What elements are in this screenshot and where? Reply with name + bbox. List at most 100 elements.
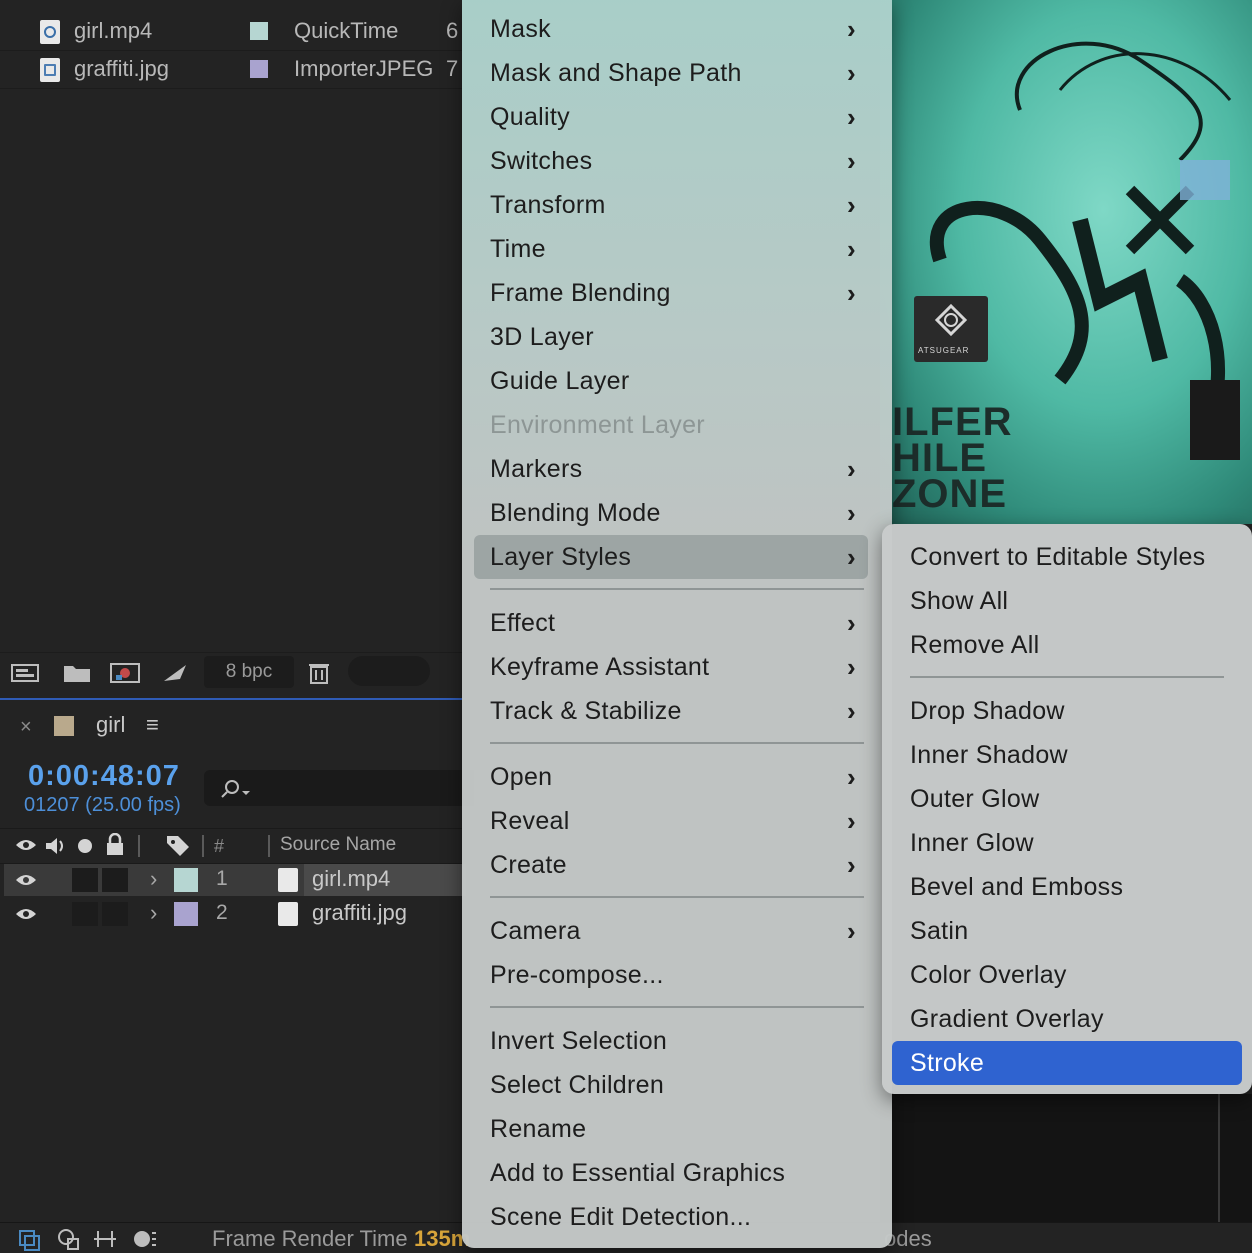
solo-icon[interactable] <box>76 837 94 855</box>
chevron-right-icon: › <box>847 58 856 88</box>
sticker-text: ATSUGEAR <box>918 346 970 355</box>
project-item[interactable]: girl.mp4 QuickTime 6 <box>0 12 462 51</box>
new-folder-icon[interactable] <box>60 661 94 685</box>
menu-item-time[interactable]: Time › <box>490 227 874 271</box>
solo-switch[interactable] <box>72 902 98 926</box>
project-search-field[interactable] <box>348 656 430 686</box>
submenu-item-outer-glow[interactable]: Outer Glow <box>910 777 1240 821</box>
menu-item-layer-styles[interactable]: Layer Styles › <box>474 535 868 579</box>
search-icon <box>221 780 250 798</box>
project-item-size: 7 <box>446 56 459 81</box>
solo-switch[interactable] <box>72 868 98 892</box>
layer-color-swatch[interactable] <box>174 868 198 892</box>
trash-icon[interactable] <box>302 661 336 685</box>
motion-blur-icon[interactable] <box>130 1227 158 1251</box>
menu-item-guide-layer[interactable]: Guide Layer <box>490 359 874 403</box>
submenu-item-color-overlay[interactable]: Color Overlay <box>910 953 1240 997</box>
menu-item-mask-and-shape-path[interactable]: Mask and Shape Path › <box>490 51 874 95</box>
render-time-label: Frame Render Time <box>212 1226 408 1251</box>
close-tab-icon[interactable]: × <box>20 716 32 739</box>
submenu-item-satin[interactable]: Satin <box>910 909 1240 953</box>
menu-item-frame-blending[interactable]: Frame Blending › <box>490 271 874 315</box>
menu-item-invert-selection[interactable]: Invert Selection <box>490 1019 874 1063</box>
chevron-right-icon: › <box>847 916 856 946</box>
eye-icon[interactable] <box>14 870 38 890</box>
menu-item-effect[interactable]: Effect › <box>490 601 874 645</box>
menu-item-open[interactable]: Open › <box>490 755 874 799</box>
dependencies-icon[interactable] <box>158 661 192 685</box>
submenu-item-show-all[interactable]: Show All <box>910 579 1240 623</box>
menu-item-track-and-stabilize[interactable]: Track & Stabilize › <box>490 689 874 733</box>
layer-row[interactable]: › 2 graffiti.jpg <box>4 898 462 930</box>
bit-depth-button[interactable]: 8 bpc <box>204 656 294 688</box>
menu-item-create[interactable]: Create › <box>490 843 874 887</box>
eye-icon[interactable] <box>14 835 38 855</box>
lock-switch[interactable] <box>102 868 128 892</box>
audio-icon[interactable] <box>44 835 68 857</box>
source-name-column[interactable]: Source Name <box>280 834 396 856</box>
chevron-right-icon: › <box>847 850 856 880</box>
menu-item-camera[interactable]: Camera › <box>490 909 874 953</box>
layer-row[interactable]: › 1 girl.mp4 <box>4 864 466 896</box>
submenu-item-inner-shadow[interactable]: Inner Shadow <box>910 733 1240 777</box>
menu-item-markers[interactable]: Markers › <box>490 447 874 491</box>
layer-color-swatch[interactable] <box>174 902 198 926</box>
submenu-item-remove-all[interactable]: Remove All <box>910 623 1240 667</box>
menu-item-transform[interactable]: Transform › <box>490 183 874 227</box>
submenu-item-convert-to-editable-styles[interactable]: Convert to Editable Styles <box>910 535 1240 579</box>
layer-name[interactable]: girl.mp4 <box>312 866 390 892</box>
transfer-controls-icon[interactable] <box>92 1227 118 1251</box>
current-timecode[interactable]: 0:00:48:07 <box>28 760 180 793</box>
menu-item-keyframe-assistant[interactable]: Keyframe Assistant › <box>490 645 874 689</box>
submenu-item-stroke[interactable]: Stroke <box>892 1041 1242 1085</box>
submenu-item-inner-glow[interactable]: Inner Glow <box>910 821 1240 865</box>
menu-item-3d-layer[interactable]: 3D Layer <box>490 315 874 359</box>
layer-number: 2 <box>216 901 228 924</box>
graffiti-lettering: ILFER HILE ZONE <box>892 402 1013 516</box>
chevron-right-icon: › <box>847 542 856 572</box>
menu-item-rename[interactable]: Rename <box>490 1107 874 1151</box>
chevron-right-icon: › <box>847 234 856 264</box>
submenu-item-gradient-overlay[interactable]: Gradient Overlay <box>910 997 1240 1041</box>
video-file-icon <box>278 868 298 892</box>
lock-icon[interactable] <box>104 833 126 857</box>
submenu-item-drop-shadow[interactable]: Drop Shadow <box>910 689 1240 733</box>
new-composition-icon[interactable] <box>108 661 142 685</box>
menu-item-add-to-essential-graphics[interactable]: Add to Essential Graphics <box>490 1151 874 1195</box>
menu-item-scene-edit-detection[interactable]: Scene Edit Detection... <box>490 1195 874 1239</box>
timeline-search-input[interactable] <box>204 770 474 806</box>
label-color-swatch[interactable] <box>250 60 268 78</box>
menu-item-blending-mode[interactable]: Blending Mode › <box>490 491 874 535</box>
comp-color-swatch <box>54 716 74 736</box>
comp-tab-name[interactable]: girl <box>96 712 125 738</box>
menu-item-select-children[interactable]: Select Children <box>490 1063 874 1107</box>
menu-item-pre-compose[interactable]: Pre-compose... <box>490 953 874 997</box>
menu-item-mask[interactable]: Mask › <box>490 7 874 51</box>
chevron-right-icon: › <box>847 806 856 836</box>
label-color-swatch[interactable] <box>250 22 268 40</box>
menu-separator <box>490 1006 864 1008</box>
menu-separator <box>490 896 864 898</box>
chevron-right-icon: › <box>847 454 856 484</box>
eye-icon[interactable] <box>14 904 38 924</box>
submenu-item-bevel-and-emboss[interactable]: Bevel and Emboss <box>910 865 1240 909</box>
interpret-footage-icon[interactable] <box>8 661 42 685</box>
menu-item-switches[interactable]: Switches › <box>490 139 874 183</box>
layer-name[interactable]: graffiti.jpg <box>312 900 407 926</box>
graffiti-line: ZONE <box>892 472 1008 516</box>
menu-item-quality[interactable]: Quality › <box>490 95 874 139</box>
graffiti-line: HILE <box>892 436 988 480</box>
comp-mini-flowchart-icon[interactable] <box>16 1227 42 1251</box>
project-item-type: QuickTime <box>294 18 399 43</box>
project-item-name: girl.mp4 <box>74 18 153 43</box>
panel-menu-icon[interactable]: ≡ <box>146 712 159 738</box>
layer-switches-icon[interactable] <box>56 1227 82 1251</box>
expand-chevron-icon[interactable]: › <box>150 866 157 892</box>
project-item[interactable]: graffiti.jpg ImporterJPEG 7 <box>0 50 462 89</box>
expand-chevron-icon[interactable]: › <box>150 900 157 926</box>
project-item-name: graffiti.jpg <box>74 56 169 81</box>
menu-item-reveal[interactable]: Reveal › <box>490 799 874 843</box>
lock-switch[interactable] <box>102 902 128 926</box>
label-tag-icon[interactable] <box>164 833 192 857</box>
project-panel: girl.mp4 QuickTime 6 graffiti.jpg Import… <box>0 0 462 694</box>
